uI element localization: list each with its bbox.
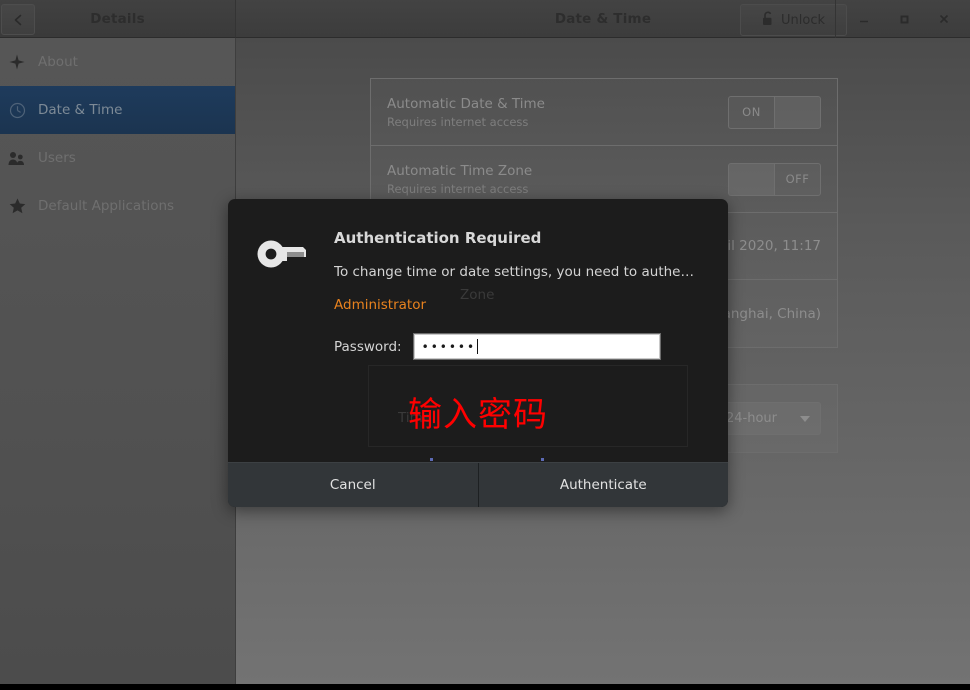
row-title: Automatic Time Zone [387,162,533,179]
sparkle-icon [8,54,26,70]
password-row: Password: •••••• [334,334,700,359]
toggle-on-label: ON [729,96,775,128]
close-icon [939,14,949,24]
dialog-message: To change time or date settings, you nee… [334,264,700,280]
ghost-frame-group [368,365,688,447]
annotation-marker [430,458,433,461]
close-button[interactable] [924,2,964,36]
sidebar-item-users[interactable]: Users [0,134,235,182]
header-left-pane: Details [0,0,235,38]
sidebar-item-default-applications[interactable]: Default Applications [0,182,235,230]
toggle-off-label: OFF [785,172,810,186]
row-text: Automatic Time Zone Requires internet ac… [387,163,532,196]
people-icon [8,151,26,166]
row-title: Automatic Date & Time [387,95,545,112]
sidebar-item-date-time[interactable]: Date & Time [0,86,235,134]
dialog-admin-label: Administrator [334,297,427,313]
unlock-button[interactable]: Unlock [740,4,847,36]
lock-icon [762,11,774,30]
unlock-button-label: Unlock [781,12,825,28]
chevron-left-icon [12,13,25,27]
time-format-value: 24-hour [726,411,778,426]
toggle-knob [775,96,820,128]
dialog-heading: Authentication Required [334,229,542,247]
time-format-dropdown[interactable]: 24-hour [715,402,821,435]
row-text: Automatic Date & Time Requires internet … [387,96,545,129]
header-bar: Details Date & Time Unlock [0,0,970,38]
sidebar-item-label: About [38,54,78,70]
password-input[interactable]: •••••• [413,334,660,359]
dialog-main-column: Authentication Required To change time o… [334,229,700,359]
cancel-button[interactable]: Cancel [228,463,478,507]
authentication-dialog: Zone Time Authentication Required To cha… [228,199,728,507]
dialog-action-bar: Cancel Authenticate [228,462,728,507]
maximize-button[interactable] [884,2,924,36]
sidebar-item-label: Date & Time [38,102,123,118]
minimize-button[interactable] [844,2,884,36]
screen: Details Date & Time Unlock About Date & … [0,0,970,690]
authenticate-button[interactable]: Authenticate [477,463,729,507]
sidebar: About Date & Time Users Default Applicat… [0,38,236,684]
toggle-knob [729,163,775,195]
row-subtitle: Requires internet access [387,181,529,196]
chevron-down-icon [800,415,810,422]
dialog-grid: Authentication Required To change time o… [256,229,700,359]
text-caret [477,339,479,354]
annotation-marker [541,458,544,461]
settings-window: Details Date & Time Unlock About Date & … [0,0,970,684]
key-icon [256,240,308,275]
annotation-overlay: 输入密码 [408,395,548,435]
row-subtitle: Requires internet access [387,114,529,129]
row-automatic-date-time[interactable]: Automatic Date & Time Requires internet … [371,79,837,146]
minimize-icon [860,20,868,23]
toggle-automatic-time-zone[interactable]: OFF [728,162,821,196]
dialog-icon-column [256,229,312,359]
header-right-pane: Date & Time Unlock [235,0,970,38]
sidebar-item-label: Default Applications [38,198,175,214]
dialog-body: Zone Time Authentication Required To cha… [228,199,728,462]
window-controls [835,0,964,38]
sidebar-item-label: Users [38,150,76,166]
ghost-text-time-format: Time [398,410,432,426]
maximize-icon [900,15,909,24]
star-icon [8,198,26,214]
header-left-title: Details [90,10,145,27]
sidebar-item-about[interactable]: About [0,38,235,86]
password-label: Password: [334,338,402,355]
password-value: •••••• [421,339,477,354]
toggle-automatic-date-time[interactable]: ON [728,95,821,129]
clock-icon [8,102,26,119]
back-button[interactable] [1,4,35,35]
